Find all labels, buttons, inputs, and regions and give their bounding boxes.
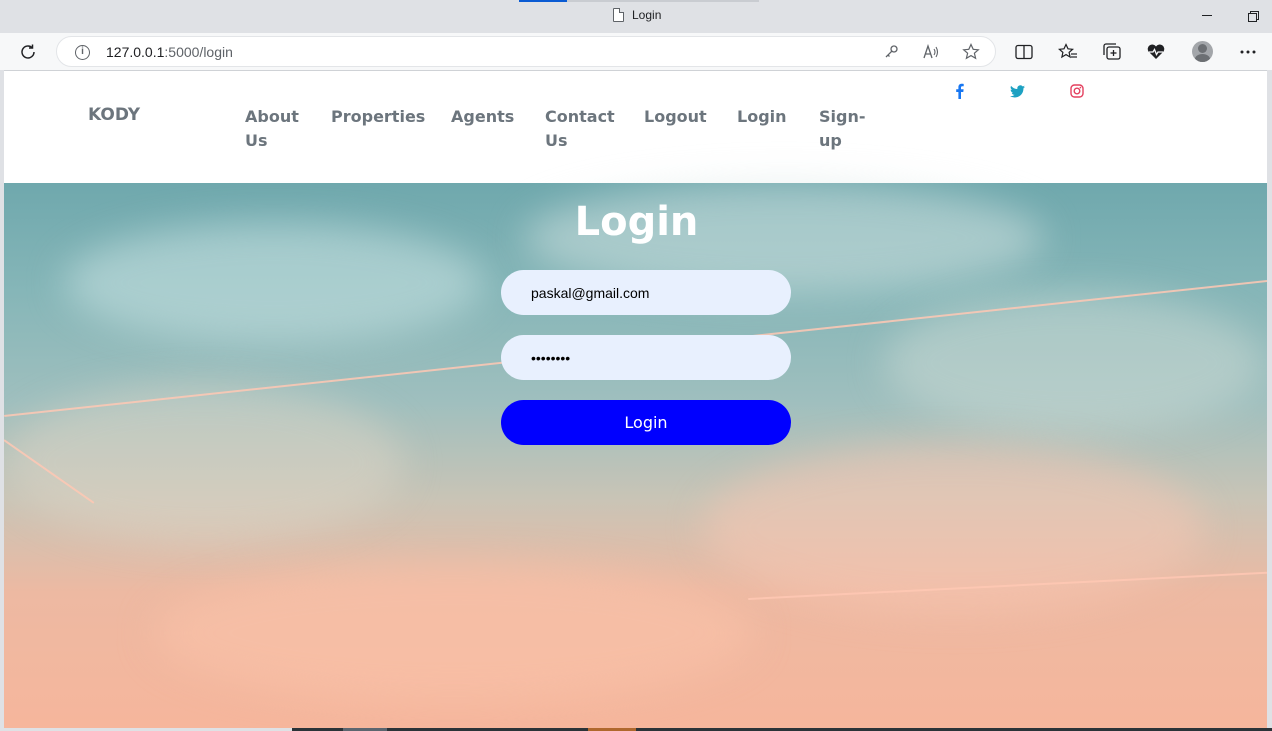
favorite-star-icon[interactable] (962, 43, 980, 61)
facebook-icon (955, 83, 964, 99)
cloud-shape (154, 563, 754, 703)
nav-contact-us-line1: Contact (545, 107, 615, 126)
password-key-icon[interactable] (882, 43, 900, 61)
nav-logout[interactable]: Logout (644, 105, 707, 129)
hero-sky-background (4, 183, 1267, 728)
email-field[interactable]: paskal@gmail.com (501, 270, 791, 315)
site-info-icon[interactable]: i (75, 45, 90, 60)
instagram-link[interactable] (1069, 83, 1085, 99)
nav-login[interactable]: Login (737, 105, 787, 129)
page-viewport: KODY About Us Properties Agents Contact … (4, 70, 1267, 728)
address-bar[interactable]: i 127.0.0.1:5000/login (56, 36, 996, 67)
collections-icon[interactable] (1101, 41, 1123, 63)
tab-strip-indicator (519, 0, 567, 2)
login-heading-text: Login (574, 199, 699, 245)
site-navbar: KODY About Us Properties Agents Contact … (4, 71, 1267, 183)
nav-contact-us-line2: Us (545, 131, 568, 150)
favorites-icon[interactable] (1057, 41, 1079, 63)
more-menu-icon[interactable] (1237, 41, 1259, 63)
site-brand[interactable]: KODY (88, 105, 140, 125)
nav-properties[interactable]: Properties (331, 105, 425, 129)
tab-strip-indicator-secondary (567, 0, 759, 2)
twitter-icon (1009, 84, 1025, 97)
nav-login-label: Login (737, 107, 787, 126)
window-title: Login (613, 8, 661, 22)
nav-contact-us[interactable]: Contact Us (545, 105, 615, 153)
nav-sign-up-line2: up (819, 131, 842, 150)
nav-about-us-line1: About (245, 107, 299, 126)
nav-sign-up[interactable]: Sign- up (819, 105, 866, 153)
url-host: 127.0.0.1 (106, 44, 165, 60)
password-field[interactable]: •••••••• (501, 335, 791, 380)
twitter-link[interactable] (1009, 83, 1025, 99)
nav-about-us-line2: Us (245, 131, 268, 150)
browser-toolbar: i 127.0.0.1:5000/login (0, 33, 1272, 70)
reload-icon (21, 44, 35, 59)
split-screen-icon[interactable] (1013, 41, 1035, 63)
nav-sign-up-line1: Sign- (819, 107, 866, 126)
restore-icon (1247, 10, 1259, 22)
minimize-button[interactable] (1197, 6, 1217, 26)
login-button[interactable]: Login (501, 400, 791, 445)
reload-button[interactable] (17, 41, 39, 63)
login-heading: Login (4, 199, 1267, 245)
restore-button[interactable] (1243, 6, 1263, 26)
nav-about-us[interactable]: About Us (245, 105, 299, 153)
browser-essentials-icon[interactable] (1145, 41, 1167, 63)
read-aloud-icon[interactable] (922, 43, 940, 61)
nav-properties-label: Properties (331, 107, 426, 126)
nav-agents[interactable]: Agents (451, 105, 514, 129)
facebook-link[interactable] (951, 83, 967, 99)
nav-agents-label: Agents (451, 107, 515, 126)
instagram-icon (1070, 84, 1084, 98)
nav-logout-label: Logout (644, 107, 707, 126)
minimize-icon (1202, 15, 1212, 16)
page-icon (613, 8, 624, 22)
browser-title-bar: Login (0, 0, 1272, 33)
profile-avatar[interactable] (1192, 41, 1213, 62)
window-title-text: Login (632, 8, 662, 22)
cloud-shape (4, 383, 404, 543)
url-text[interactable]: 127.0.0.1:5000/login (106, 44, 233, 60)
url-path: :5000/login (164, 44, 233, 60)
